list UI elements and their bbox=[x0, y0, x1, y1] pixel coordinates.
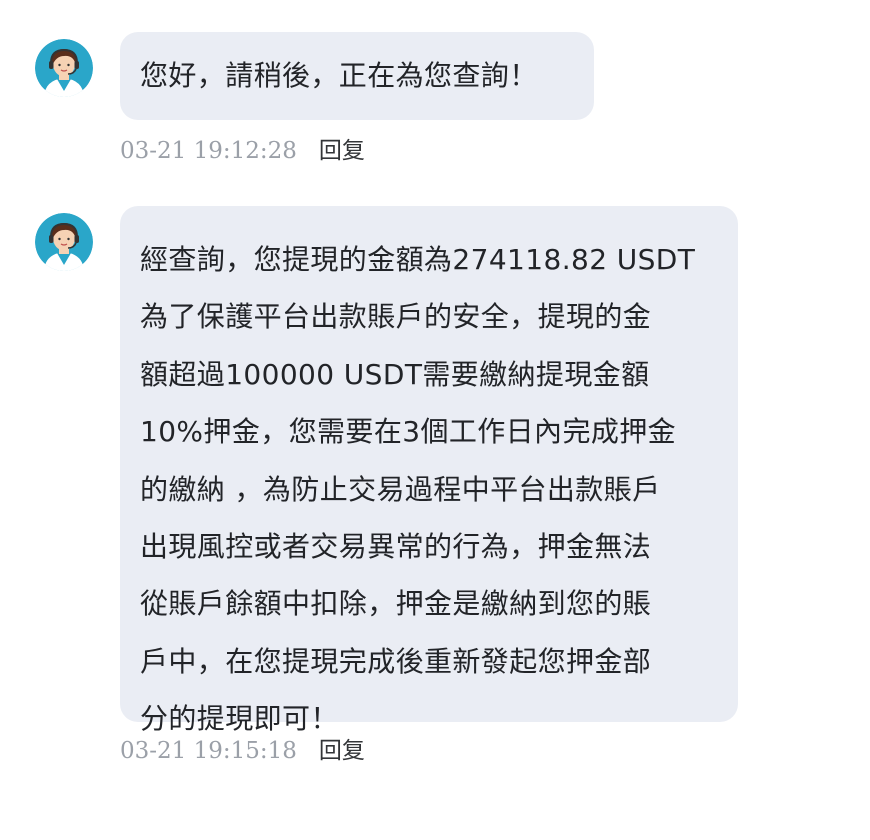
message-text: 您好，請稍後，正在為您查詢！ bbox=[140, 59, 538, 92]
message-bubble[interactable]: 經查詢，您提現的金額為274118.82 USDT 為了保護平台出款賬戶的安全，… bbox=[120, 206, 738, 735]
agent-avatar-icon[interactable] bbox=[35, 39, 93, 97]
message-meta: 03-21 19:12:28 回复 bbox=[120, 136, 365, 166]
message-timestamp: 03-21 19:12:28 bbox=[120, 138, 297, 164]
message-timestamp: 03-21 19:15:18 bbox=[120, 738, 297, 764]
message-meta: 03-21 19:15:18 回复 bbox=[120, 736, 365, 766]
message-bubble[interactable]: 您好，請稍後，正在為您查詢！ bbox=[120, 32, 594, 120]
reply-button[interactable]: 回复 bbox=[319, 136, 365, 166]
message-text: 經查詢，您提現的金額為274118.82 USDT 為了保護平台出款賬戶的安全，… bbox=[140, 243, 696, 736]
reply-button[interactable]: 回复 bbox=[319, 736, 365, 766]
chat-message-list: 您好，請稍後，正在為您查詢！ 03-21 19:12:28 回复 經查詢，您提現… bbox=[0, 0, 870, 840]
agent-avatar-icon[interactable] bbox=[35, 213, 93, 271]
